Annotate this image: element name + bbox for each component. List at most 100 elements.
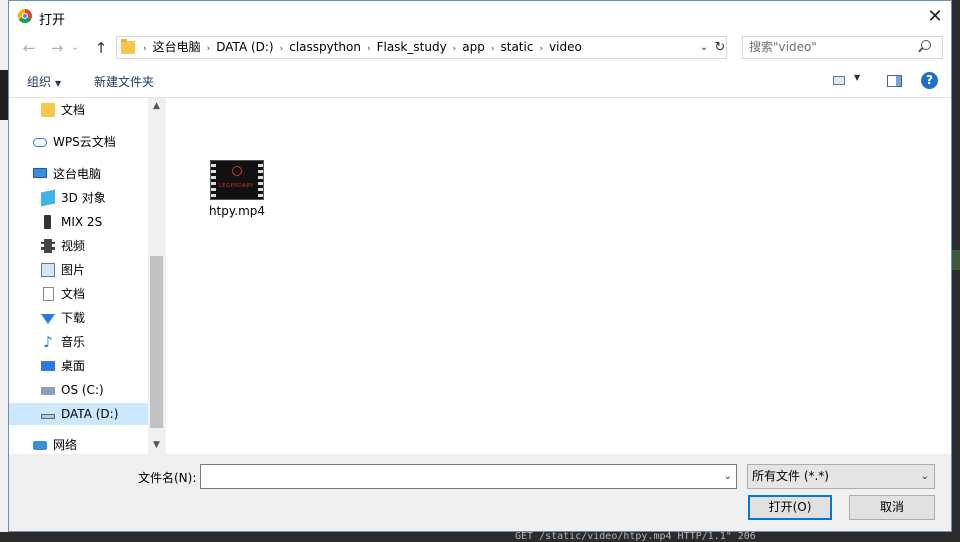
folder-icon — [121, 39, 135, 54]
caret-down-icon: ▼ — [55, 79, 62, 88]
emblem-icon — [232, 166, 242, 176]
chrome-icon — [18, 9, 32, 23]
chevron-right-icon[interactable]: › — [207, 39, 211, 60]
dialog-title: 打开 — [39, 13, 66, 28]
navigation-scrollbar[interactable]: ▲ ▼ — [148, 98, 165, 454]
organize-button[interactable]: 组织 ▼ — [27, 73, 61, 90]
back-button[interactable]: ← — [19, 37, 39, 59]
new-folder-button[interactable]: 新建文件夹 — [94, 73, 154, 90]
phone-icon — [44, 215, 51, 229]
filename-label: 文件名(N): — [138, 471, 197, 485]
breadcrumb-item[interactable]: 这台电脑 — [153, 37, 201, 58]
sidebar-item-3d-objects[interactable]: 3D 对象 — [41, 187, 146, 209]
address-bar[interactable]: › 这台电脑 › DATA (D:) › classpython › Flask_study ›… — [116, 36, 727, 59]
filetype-select[interactable]: 所有文件 (*.*) ⌄ — [747, 464, 935, 489]
search-input[interactable]: 搜索"video" — [742, 36, 943, 59]
cube-icon — [41, 189, 55, 207]
recent-locations-button[interactable]: ⌄ — [69, 37, 81, 59]
breadcrumb-item[interactable]: Flask_study — [377, 37, 447, 58]
film-strip — [258, 161, 263, 199]
search-placeholder: 搜索"video" — [749, 40, 817, 54]
chevron-right-icon[interactable]: › — [539, 39, 543, 60]
sidebar-item-documents-top[interactable]: 文档 — [41, 99, 146, 121]
chevron-down-icon: ⌄ — [920, 471, 929, 482]
breadcrumb-item[interactable]: static — [500, 37, 533, 58]
breadcrumb-item[interactable]: DATA (D:) — [216, 37, 273, 58]
close-button[interactable]: ✕ — [921, 3, 949, 31]
sidebar-item-label: 视频 — [61, 239, 86, 253]
pictures-icon — [41, 263, 55, 277]
title-bar[interactable]: 打开 ✕ — [9, 1, 951, 33]
sidebar-item-label: 文档 — [61, 287, 86, 301]
chevron-right-icon[interactable]: › — [280, 39, 284, 60]
file-list-pane[interactable]: LEGENDARY htpy.mp4 — [166, 98, 951, 454]
background-console-strip: GET /static/video/htpy.mp4 HTTP/1.1" 206 — [0, 531, 960, 542]
refresh-icon[interactable]: ↻ — [713, 37, 727, 58]
scrollbar-thumb[interactable] — [150, 256, 163, 428]
drive-icon — [41, 414, 55, 419]
breadcrumb-item[interactable]: app — [462, 37, 485, 58]
network-icon — [33, 441, 47, 450]
breadcrumb-item[interactable]: classpython — [289, 37, 361, 58]
music-icon: ♪ — [43, 333, 53, 351]
chevron-right-icon[interactable]: › — [367, 39, 371, 60]
scroll-down-icon[interactable]: ▼ — [148, 437, 165, 454]
sidebar-item-label: MIX 2S — [61, 215, 103, 229]
filename-input[interactable]: ⌄ — [200, 464, 737, 489]
sidebar-item-label: 文档 — [61, 103, 86, 117]
dialog-footer: 文件名(N): ⌄ 所有文件 (*.*) ⌄ 打开(O) 取消 — [9, 454, 951, 531]
document-icon — [43, 287, 54, 301]
folder-icon — [41, 103, 55, 117]
sidebar-item-label: 3D 对象 — [61, 191, 106, 205]
cloud-icon — [33, 138, 47, 147]
background-editor-strip — [952, 0, 960, 540]
video-icon — [41, 239, 55, 253]
chevron-right-icon[interactable]: › — [491, 39, 495, 60]
sidebar-item-network[interactable]: 网络 — [33, 434, 146, 454]
chevron-right-icon[interactable]: › — [143, 39, 147, 60]
open-file-dialog: 打开 ✕ ← → ⌄ ↑ › 这台电脑 › DATA (D:) › classpython… — [8, 0, 952, 532]
sidebar-item-desktop[interactable]: 桌面 — [41, 355, 146, 377]
help-icon[interactable]: ? — [921, 72, 938, 89]
up-button[interactable]: ↑ — [91, 37, 111, 59]
forward-button[interactable]: → — [47, 37, 67, 59]
video-thumbnail: LEGENDARY — [210, 160, 264, 200]
sidebar-item-music[interactable]: ♪ 音乐 — [41, 331, 146, 353]
sidebar-item-label: DATA (D:) — [61, 407, 119, 421]
sidebar-item-this-pc[interactable]: 这台电脑 — [33, 163, 146, 185]
download-icon — [41, 314, 55, 324]
chevron-down-icon[interactable]: ⌄ — [697, 37, 711, 58]
file-name: htpy.mp4 — [208, 204, 266, 218]
sidebar-item-label: OS (C:) — [61, 383, 104, 397]
sidebar-item-videos[interactable]: 视频 — [41, 235, 146, 257]
organize-label: 组织 — [27, 75, 52, 89]
sidebar-item-os-c[interactable]: OS (C:) — [41, 379, 146, 401]
scroll-up-icon[interactable]: ▲ — [148, 98, 165, 115]
sidebar-item-data-d[interactable]: DATA (D:) — [9, 403, 148, 425]
background-left-strip — [0, 0, 8, 540]
sidebar-item-wps-cloud[interactable]: WPS云文档 — [33, 131, 146, 153]
open-button[interactable]: 打开(O) — [748, 495, 832, 520]
search-icon[interactable] — [921, 40, 931, 50]
console-text: GET /static/video/htpy.mp4 HTTP/1.1" 206 — [515, 531, 756, 542]
sidebar-item-documents[interactable]: 文档 — [41, 283, 146, 305]
cancel-button[interactable]: 取消 — [849, 495, 935, 520]
filetype-value: 所有文件 (*.*) — [752, 469, 829, 483]
file-item-htpy-mp4[interactable]: LEGENDARY htpy.mp4 — [200, 160, 274, 224]
breadcrumb: › 这台电脑 › DATA (D:) › classpython › Flask_study ›… — [143, 37, 588, 58]
sidebar-item-mix2s[interactable]: MIX 2S — [41, 211, 146, 233]
sidebar-item-downloads[interactable]: 下载 — [41, 307, 146, 329]
view-options-icon[interactable] — [833, 76, 845, 85]
navigation-pane: 文档 WPS云文档 这台电脑 3D 对象 MIX 2S 视频 图片 文档 下载 … — [9, 98, 165, 454]
preview-pane-icon[interactable] — [887, 75, 902, 87]
sidebar-item-pictures[interactable]: 图片 — [41, 259, 146, 281]
desktop-icon — [41, 361, 55, 371]
sidebar-item-label: 网络 — [53, 438, 78, 452]
chevron-right-icon[interactable]: › — [453, 39, 457, 60]
film-strip — [211, 161, 216, 199]
caret-down-icon[interactable]: ▼ — [854, 73, 860, 82]
navigation-bar: ← → ⌄ ↑ › 这台电脑 › DATA (D:) › classpython › Flas… — [9, 33, 951, 63]
chevron-down-icon[interactable]: ⌄ — [724, 465, 732, 488]
sidebar-item-label: 图片 — [61, 263, 86, 277]
breadcrumb-item[interactable]: video — [549, 37, 582, 58]
